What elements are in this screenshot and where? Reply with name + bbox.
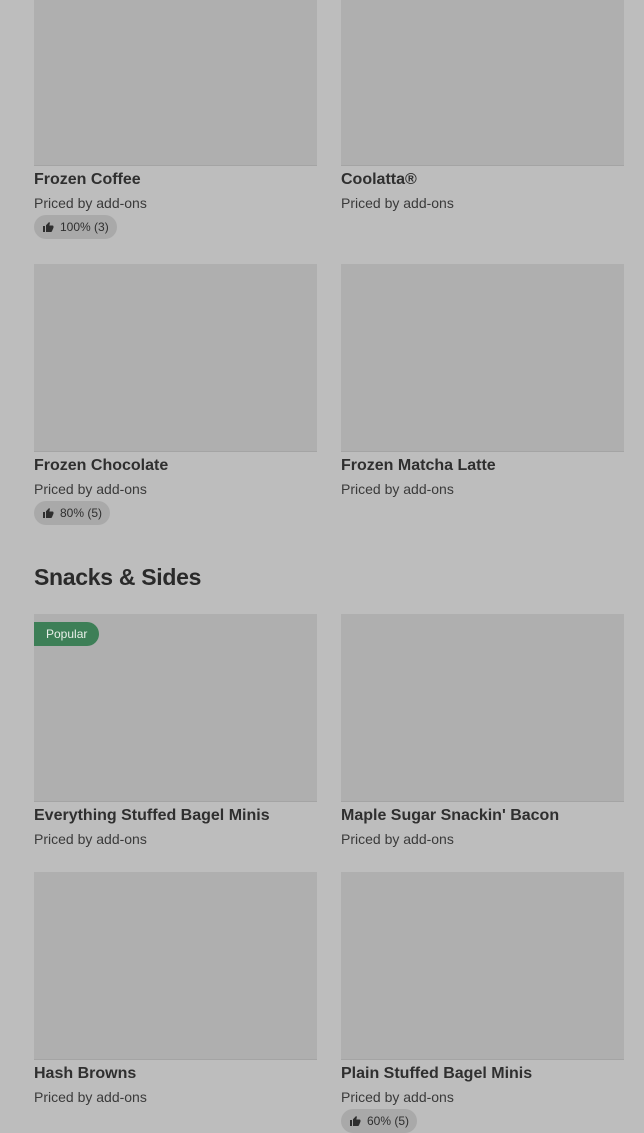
item-price: Priced by add-ons (341, 481, 454, 497)
menu-item-card[interactable]: Plain Stuffed Bagel Minis Priced by add-… (341, 872, 624, 1133)
item-name: Hash Browns (34, 1065, 137, 1082)
item-image[interactable] (341, 0, 624, 166)
item-image[interactable] (34, 872, 317, 1060)
menu-item-card[interactable]: Frozen Chocolate Priced by add-ons 80% (… (34, 264, 317, 534)
menu-item-card[interactable]: Popular Everything Stuffed Bagel Minis P… (34, 614, 317, 859)
rating-text: 100% (3) (60, 220, 109, 234)
item-name: Frozen Matcha Latte (341, 457, 496, 474)
menu-item-card[interactable]: Coolatta® Priced by add-ons (341, 0, 624, 250)
item-name: Frozen Coffee (34, 171, 141, 188)
rating-text: 60% (5) (367, 1114, 410, 1128)
item-price: Priced by add-ons (34, 831, 147, 847)
thumbs-up-icon (350, 1116, 361, 1126)
item-image[interactable] (341, 264, 624, 452)
item-price: Priced by add-ons (34, 481, 147, 497)
item-image[interactable] (341, 614, 624, 802)
item-price: Priced by add-ons (341, 195, 454, 211)
item-price: Priced by add-ons (34, 1089, 147, 1105)
rating-badge: 60% (5) (341, 1109, 418, 1133)
rating-badge: 100% (3) (34, 215, 117, 239)
rating-text: 80% (5) (60, 506, 103, 520)
item-name: Maple Sugar Snackin' Bacon (341, 807, 560, 824)
item-image[interactable] (34, 264, 317, 452)
menu-item-card[interactable]: Hash Browns Priced by add-ons (34, 872, 317, 1120)
thumbs-up-icon (43, 508, 54, 518)
menu-item-card[interactable]: Frozen Matcha Latte Priced by add-ons (341, 264, 624, 534)
menu-item-card[interactable]: Frozen Coffee Priced by add-ons 100% (3) (34, 0, 317, 250)
section-title: Snacks & Sides (34, 564, 202, 590)
item-image[interactable] (34, 0, 317, 166)
thumbs-up-icon (43, 222, 54, 232)
popular-badge: Popular (34, 622, 100, 646)
item-price: Priced by add-ons (341, 831, 454, 847)
menu-item-card[interactable]: Maple Sugar Snackin' Bacon Priced by add… (341, 614, 624, 859)
rating-badge: 80% (5) (34, 501, 111, 525)
item-name: Frozen Chocolate (34, 457, 169, 474)
item-name: Coolatta® (341, 171, 417, 188)
item-price: Priced by add-ons (34, 195, 147, 211)
item-name: Plain Stuffed Bagel Minis (341, 1065, 533, 1082)
item-image[interactable] (341, 872, 624, 1060)
item-price: Priced by add-ons (341, 1089, 454, 1105)
item-name: Everything Stuffed Bagel Minis (34, 807, 270, 824)
